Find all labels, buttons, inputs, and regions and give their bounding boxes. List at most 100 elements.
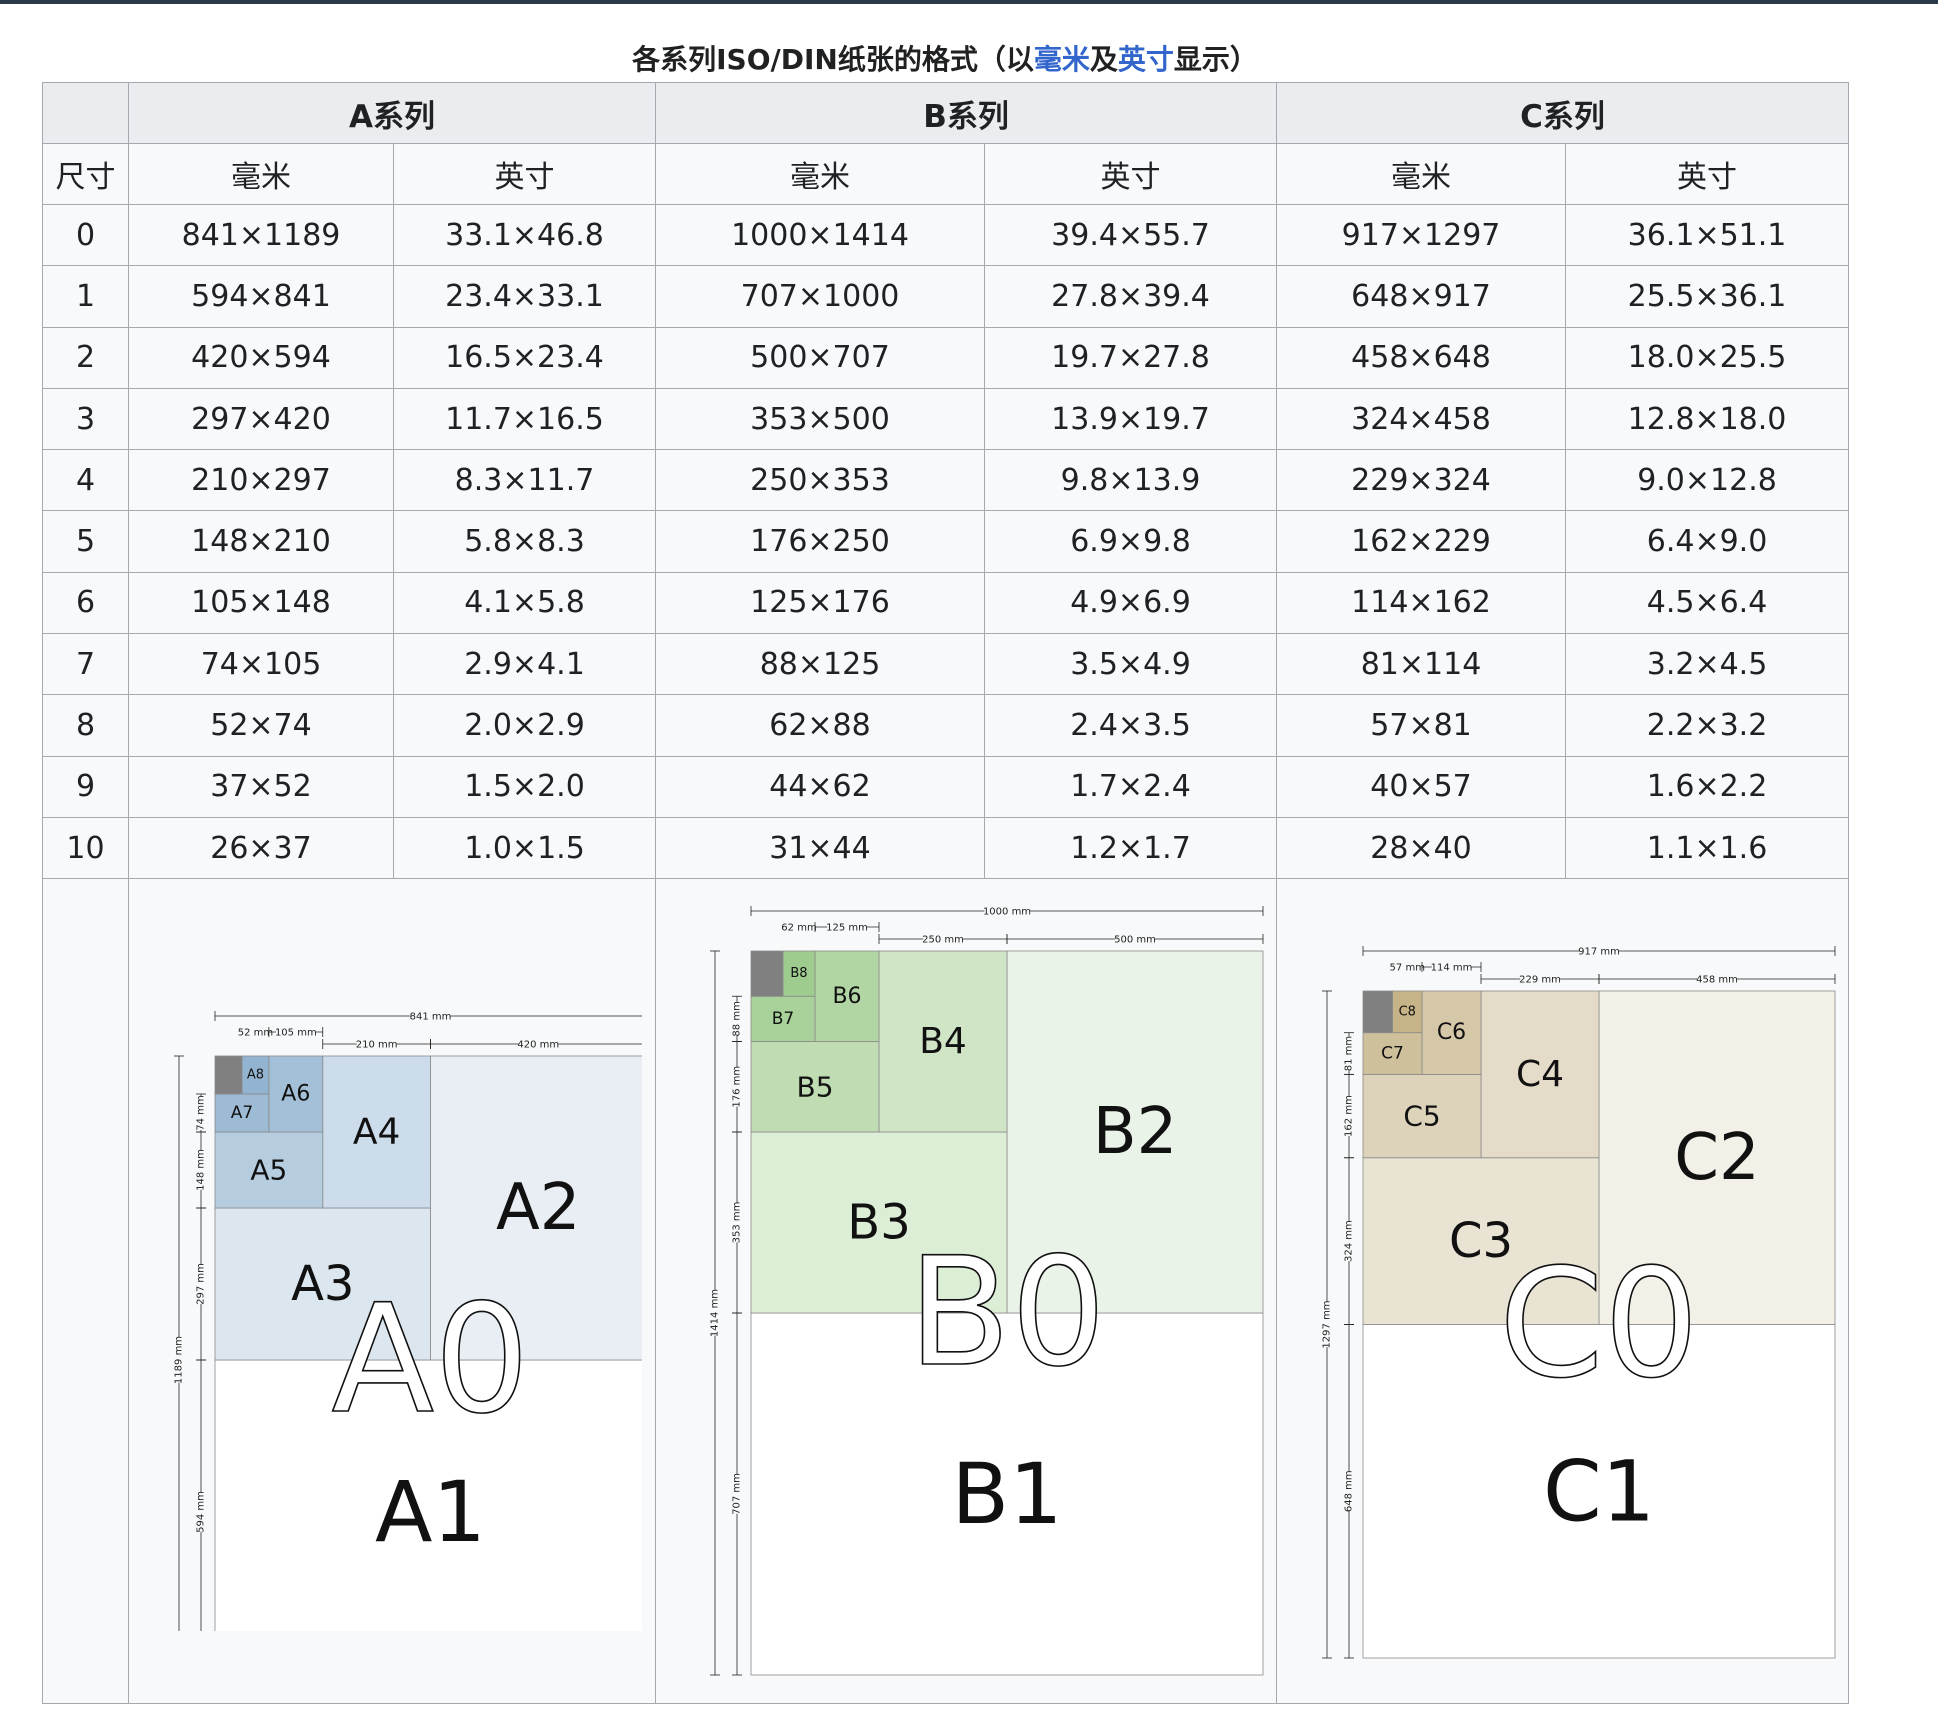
a-size-8-width-dimension: 52 mm xyxy=(238,1028,273,1039)
table-row: 3 297×420 11.7×16.5 353×500 13.9×19.7 324×458… xyxy=(42,387,1850,451)
b-inch-cell: 1.2×1.7 xyxy=(983,816,1278,880)
b-size-8-width-dimension: 62 mm xyxy=(781,923,816,934)
c-size-6-width-dimension: 229 mm xyxy=(1519,975,1561,986)
b-series-header: B系列 xyxy=(654,82,1278,144)
b-size-5-label: B5 xyxy=(796,1071,833,1104)
a-series-diagram-cell: A1 A2 A3 A4 A5 A6 A7 A8 A0 841 mm 52 mm 105 mm 210 m… xyxy=(128,878,656,1705)
a-full-height-dimension: 1189 mm xyxy=(174,1336,185,1384)
a-size-5-height-dimension: 594 mm xyxy=(196,1491,207,1533)
b-inch-cell: 1.7×2.4 xyxy=(983,755,1278,818)
b-mm-cell: 62×88 xyxy=(655,694,985,757)
c-mm-cell: 917×1297 xyxy=(1276,203,1567,267)
c-full-height-dimension: 1297 mm xyxy=(1321,1301,1332,1349)
a-size-7-width-dimension: 105 mm xyxy=(275,1028,317,1039)
a-inch-cell: 11.7×16.5 xyxy=(393,387,656,451)
c-size-8-label: C8 xyxy=(1398,1005,1415,1020)
c-series-diagram-cell: C1 C2 C3 C4 C5 C6 C7 C8 C0 917 mm 57 mm 114 mm 229 m… xyxy=(1276,878,1850,1705)
a-mm-cell: 148×210 xyxy=(128,510,394,573)
c-size-6-height-dimension: 324 mm xyxy=(1343,1221,1354,1263)
c-size-7-label: C7 xyxy=(1381,1044,1404,1064)
size-cell: 2 xyxy=(42,326,129,389)
b-inch-cell: 3.5×4.9 xyxy=(983,633,1278,696)
b-size-4-label: B4 xyxy=(919,1021,967,1062)
b-mm-cell: 125×176 xyxy=(655,571,985,635)
c-inch-cell: 1.6×2.2 xyxy=(1565,755,1850,818)
c-inch-cell: 36.1×51.1 xyxy=(1565,203,1850,267)
c-size-7-width-dimension: 114 mm xyxy=(1430,963,1472,974)
a-size-7-label: A7 xyxy=(231,1103,253,1123)
c-inch-cell: 18.0×25.5 xyxy=(1565,326,1850,389)
b-inch-cell: 39.4×55.7 xyxy=(983,203,1278,267)
c-size-2-label: C2 xyxy=(1674,1121,1759,1195)
a-mm-cell: 74×105 xyxy=(128,633,394,696)
c-size-4-label: C4 xyxy=(1515,1054,1563,1095)
table-row: 7 74×105 2.9×4.1 88×125 3.5×4.9 81×114 3.2×4.5 xyxy=(42,633,1850,696)
inch-link[interactable]: 英寸 xyxy=(1118,43,1174,76)
table-caption: 各系列ISO/DIN纸张的格式（以毫米及英寸显示） xyxy=(43,38,1847,82)
c-mm-cell: 648×917 xyxy=(1276,265,1567,328)
a-size-6-label: A6 xyxy=(281,1082,310,1107)
size-cell: 3 xyxy=(42,387,129,451)
a-series-size-diagram: A1A2A3A4A5A6A7A8A0841 mm52 mm 105 mm210 m… xyxy=(173,1010,642,1632)
c-mm-cell: 324×458 xyxy=(1276,387,1567,451)
b-size-6-height-dimension: 353 mm xyxy=(732,1202,743,1244)
a-size-2-label: A2 xyxy=(496,1171,581,1245)
paper-size-table: A系列 B系列 C系列 尺寸 毫米 英寸 毫米 英寸 毫米 英寸 0 841×11… xyxy=(42,82,1850,1705)
c-inch-cell: 2.2×3.2 xyxy=(1565,694,1850,757)
c-inch-cell: 6.4×9.0 xyxy=(1565,510,1850,573)
c-size-8-width-dimension: 57 mm xyxy=(1389,963,1424,974)
b-corner-block xyxy=(750,950,784,997)
b-inch-cell: 13.9×19.7 xyxy=(983,387,1278,451)
corner-header-cell xyxy=(42,82,129,144)
table-row: 6 105×148 4.1×5.8 125×176 4.9×6.9 114×162 4.5×… xyxy=(42,571,1850,635)
unit-header-row: 尺寸 毫米 英寸 毫米 英寸 毫米 英寸 xyxy=(42,143,1850,205)
b-mm-cell: 250×353 xyxy=(655,449,985,512)
b-mm-cell: 31×44 xyxy=(655,816,985,880)
a-size-8-height-dimension: 74 mm xyxy=(196,1096,207,1131)
b-mm-cell: 176×250 xyxy=(655,510,985,573)
c-inch-cell: 4.5×6.4 xyxy=(1565,571,1850,635)
a-inch-cell: 33.1×46.8 xyxy=(393,203,656,267)
a-inch-cell: 1.0×1.5 xyxy=(393,816,656,880)
c-size-8-height-dimension: 81 mm xyxy=(1343,1036,1354,1071)
b-size-7-height-dimension: 176 mm xyxy=(732,1066,743,1108)
a-inch-cell: 1.5×2.0 xyxy=(393,755,656,818)
c-series-header: C系列 xyxy=(1276,82,1850,144)
table-row: 0 841×1189 33.1×46.8 1000×1414 39.4×55.7 917×… xyxy=(42,203,1850,267)
c-inch-cell: 3.2×4.5 xyxy=(1565,633,1850,696)
b-inch-cell: 19.7×27.8 xyxy=(983,326,1278,389)
a-mm-cell: 105×148 xyxy=(128,571,394,635)
c-size-5-label: C5 xyxy=(1403,1100,1440,1133)
caption-prefix: 各系列ISO/DIN纸张的格式（以 xyxy=(632,43,1034,76)
c-mm-cell: 81×114 xyxy=(1276,633,1567,696)
table-row: 4 210×297 8.3×11.7 250×353 9.8×13.9 229×324 9.… xyxy=(42,449,1850,512)
b-mm-cell: 44×62 xyxy=(655,755,985,818)
a-mm-cell: 52×74 xyxy=(128,694,394,757)
a-mm-cell: 37×52 xyxy=(128,755,394,818)
c-corner-block xyxy=(1362,990,1393,1034)
mm-link[interactable]: 毫米 xyxy=(1034,43,1090,76)
b-size-2-label: B2 xyxy=(1093,1095,1178,1169)
size-header: 尺寸 xyxy=(42,143,129,205)
b-mm-header: 毫米 xyxy=(655,143,985,205)
a-inch-header: 英寸 xyxy=(393,143,656,205)
caption-middle: 及 xyxy=(1089,43,1118,76)
c-inch-cell: 1.1×1.6 xyxy=(1565,816,1850,880)
c-mm-cell: 28×40 xyxy=(1276,816,1567,880)
c-mm-cell: 229×324 xyxy=(1276,449,1567,512)
c-inch-cell: 12.8×18.0 xyxy=(1565,387,1850,451)
c-series-size-diagram: C1C2C3C4C5C6C7C8C0917 mm57 mm 114 mm229 m… xyxy=(1320,945,1835,1659)
b-mm-cell: 707×1000 xyxy=(655,265,985,328)
a-inch-cell: 2.9×4.1 xyxy=(393,633,656,696)
c-size-5-width-dimension: 458 mm xyxy=(1696,975,1738,986)
b-size-7-width-dimension: 125 mm xyxy=(826,923,868,934)
b-size-5-width-dimension: 500 mm xyxy=(1114,935,1156,946)
c-inch-cell: 25.5×36.1 xyxy=(1565,265,1850,328)
c-size-5-height-dimension: 648 mm xyxy=(1343,1471,1354,1513)
caption-suffix: 显示） xyxy=(1173,43,1258,76)
size-cell: 4 xyxy=(42,449,129,512)
b-series-size-diagram: B1 B2 B3 B4 B5 B6 B7 B8 B0 1000 mm 62 mm 125 mm 250 … xyxy=(709,905,1264,1676)
c-mm-cell: 114×162 xyxy=(1276,571,1567,635)
b-series-diagram-cell: B1 B2 B3 B4 B5 B6 B7 B8 B0 1000 mm 62 mm 125 mm 250 … xyxy=(654,878,1278,1705)
a-inch-cell: 4.1×5.8 xyxy=(393,571,656,635)
